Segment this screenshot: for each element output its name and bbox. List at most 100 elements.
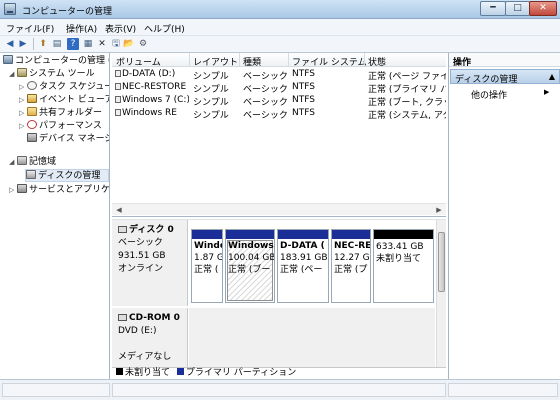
tree-item-computer-management[interactable]: コンピューターの管理 (ロ bbox=[3, 55, 109, 68]
table-row[interactable]: NEC-RESTORE シンプル ベーシック NTFS 正常 (プライマリ パ bbox=[112, 81, 446, 95]
actions-section-disk-management[interactable]: ディスクの管理 ▲ bbox=[450, 69, 560, 85]
expand-arrow-icon[interactable]: ▷ bbox=[19, 81, 27, 94]
delete-icon[interactable]: ✕ bbox=[96, 38, 108, 50]
collapse-arrow-icon[interactable]: ◢ bbox=[9, 68, 17, 81]
other-actions-item[interactable]: 他の操作 bbox=[471, 88, 507, 101]
cdrom-0-area bbox=[189, 308, 435, 367]
partition-d-data[interactable]: D-DATA ( 183.91 GB 正常 (ペー bbox=[277, 229, 329, 303]
column-header-status[interactable]: 状態 bbox=[368, 55, 386, 68]
partition-content: Windows 100.04 GB 正常 (ブー bbox=[226, 239, 274, 276]
properties-icon[interactable]: ▦ bbox=[82, 38, 94, 50]
settings-icon[interactable]: ⚙ bbox=[137, 38, 149, 50]
partition-status: 正常 (プ bbox=[334, 265, 368, 275]
volume-name: Windows RE bbox=[122, 108, 177, 118]
scrollbar-thumb[interactable] bbox=[438, 232, 445, 292]
column-header-type[interactable]: 種類 bbox=[243, 55, 261, 68]
open-icon[interactable]: 📂 bbox=[123, 38, 135, 50]
cdrom-0-title-row: CD-ROM 0 bbox=[118, 312, 187, 325]
partition-status: 未割り当て bbox=[376, 254, 422, 264]
actions-pane: 操作 ディスクの管理 ▲ 他の操作 bbox=[448, 53, 560, 379]
submenu-arrow-icon[interactable]: ▶ bbox=[544, 88, 549, 96]
column-divider[interactable] bbox=[364, 53, 365, 67]
export-icon[interactable]: 🖫 bbox=[110, 38, 122, 50]
minimize-button[interactable]: ━ bbox=[480, 1, 506, 16]
tree-item-device-manager[interactable]: デバイス マネージ bbox=[27, 133, 109, 146]
collapse-up-icon[interactable]: ▲ bbox=[549, 72, 555, 81]
up-icon[interactable]: ⬆ bbox=[37, 38, 49, 50]
partition-name: Windo bbox=[194, 241, 223, 251]
volume-name: Windows 7 (C:) bbox=[122, 95, 189, 105]
back-arrow-icon[interactable]: ◀ bbox=[4, 38, 16, 50]
column-header-layout[interactable]: レイアウト bbox=[193, 55, 238, 68]
expand-arrow-icon[interactable]: ▷ bbox=[19, 120, 27, 133]
expand-arrow-icon[interactable]: ▷ bbox=[19, 107, 27, 120]
partition-name: Windows bbox=[228, 241, 274, 251]
cdrom-0-label[interactable]: CD-ROM 0 DVD (E:) メディアなし bbox=[112, 308, 188, 367]
primary-partition-bar bbox=[226, 230, 274, 239]
toolbar: ◀ ▶ ⬆ ▤ ? ▦ ✕ 🖫 📂 ⚙ bbox=[0, 36, 560, 53]
partition-status: 正常 (ペー bbox=[280, 265, 323, 275]
partition-windows-7[interactable]: Windows 100.04 GB 正常 (ブー bbox=[225, 229, 275, 303]
column-divider[interactable] bbox=[239, 53, 240, 67]
tree-item-system-tools[interactable]: ◢ システム ツール bbox=[9, 68, 95, 81]
layout-cell: シンプル bbox=[193, 111, 229, 121]
menu-file[interactable]: ファイル(F) bbox=[6, 22, 54, 35]
tree-item-storage[interactable]: ◢ 記憶域 bbox=[9, 156, 56, 169]
cdrom-0-status: メディアなし bbox=[118, 352, 172, 362]
maximize-button[interactable]: □ bbox=[505, 1, 530, 16]
table-row[interactable]: Windows 7 (C:) シンプル ベーシック NTFS 正常 (ブート, … bbox=[112, 94, 446, 108]
volume-name: D-DATA (D:) bbox=[122, 69, 176, 79]
disk-graphical-view: ディスク 0 ベーシック 931.51 GB オンライン Windo 1.87 … bbox=[112, 219, 446, 367]
column-divider[interactable] bbox=[189, 53, 190, 67]
tree-item-label: パフォーマンス bbox=[39, 121, 102, 131]
volume-name-cell: Windows 7 (C:) bbox=[115, 95, 189, 105]
partition-unallocated[interactable]: 633.41 GB 未割り当て bbox=[373, 229, 434, 303]
tree-item-label: 記憶域 bbox=[29, 157, 57, 167]
column-header-volume[interactable]: ボリューム bbox=[116, 55, 161, 68]
computer-management-app-icon bbox=[4, 3, 16, 15]
tree-item-task-scheduler[interactable]: ▷ タスク スケジュー bbox=[19, 81, 109, 94]
expand-arrow-icon[interactable]: ▷ bbox=[19, 94, 27, 107]
close-button[interactable]: ✕ bbox=[529, 1, 557, 16]
device-manager-icon bbox=[27, 133, 37, 142]
show-hide-tree-icon[interactable]: ▤ bbox=[51, 38, 63, 50]
expand-arrow-icon[interactable]: ▷ bbox=[9, 184, 17, 197]
disk-0-label[interactable]: ディスク 0 ベーシック 931.51 GB オンライン bbox=[112, 220, 188, 306]
partition-windows-re[interactable]: Windo 1.87 G 正常 ( bbox=[191, 229, 223, 303]
disk-0-title-row: ディスク 0 bbox=[118, 224, 187, 237]
tree-item-event-viewer[interactable]: ▷ イベント ビューア bbox=[19, 94, 110, 107]
menu-help[interactable]: ヘルプ(H) bbox=[144, 22, 185, 35]
horizontal-scrollbar[interactable]: ◀ ▶ bbox=[112, 203, 446, 215]
menu-view[interactable]: 表示(V) bbox=[105, 22, 136, 35]
tree-item-disk-management[interactable]: ディスクの管理 bbox=[25, 169, 109, 182]
tree-item-performance[interactable]: ▷ パフォーマンス bbox=[19, 120, 102, 133]
legend-primary: プライマリ パーティション bbox=[185, 368, 297, 378]
tree-item-label: イベント ビューア bbox=[39, 95, 110, 105]
column-header-file-system[interactable]: ファイル システム bbox=[292, 55, 367, 68]
file-system-cell: NTFS bbox=[292, 82, 315, 92]
unallocated-bar bbox=[374, 230, 433, 239]
tree-item-services-applications[interactable]: ▷ サービスとアプリケー bbox=[9, 184, 109, 197]
vertical-scrollbar[interactable] bbox=[436, 220, 446, 367]
partition-size: 1.87 G bbox=[194, 253, 223, 263]
type-cell: ベーシック bbox=[243, 111, 288, 121]
table-row[interactable]: Windows RE シンプル ベーシック NTFS 正常 (システム, アク bbox=[112, 107, 446, 121]
menu-bar: ファイル(F) 操作(A) 表示(V) ヘルプ(H) bbox=[0, 19, 560, 36]
collapse-arrow-icon[interactable]: ◢ bbox=[9, 156, 17, 169]
cdrom-0-type: DVD (E:) bbox=[118, 326, 157, 336]
tree-item-label: 共有フォルダー bbox=[39, 108, 103, 118]
tree-item-shared-folders[interactable]: ▷ 共有フォルダー bbox=[19, 107, 102, 120]
event-viewer-icon bbox=[27, 94, 37, 103]
menu-action[interactable]: 操作(A) bbox=[66, 22, 97, 35]
file-system-cell: NTFS bbox=[292, 69, 315, 79]
column-divider[interactable] bbox=[288, 53, 289, 67]
table-row[interactable]: D-DATA (D:) シンプル ベーシック NTFS 正常 (ページ ファイ bbox=[112, 68, 446, 82]
scroll-right-icon[interactable]: ▶ bbox=[434, 205, 444, 215]
partition-nec-restore[interactable]: NEC-RE 12.27 G 正常 (プ bbox=[331, 229, 371, 303]
help-icon[interactable]: ? bbox=[67, 38, 79, 50]
forward-arrow-icon[interactable]: ▶ bbox=[17, 38, 29, 50]
volume-list: ボリューム レイアウト 種類 ファイル システム 状態 D-DATA (D:) … bbox=[112, 53, 446, 217]
scroll-left-icon[interactable]: ◀ bbox=[114, 205, 124, 215]
disk-0-type: ベーシック bbox=[118, 238, 163, 248]
file-system-cell: NTFS bbox=[292, 108, 315, 118]
